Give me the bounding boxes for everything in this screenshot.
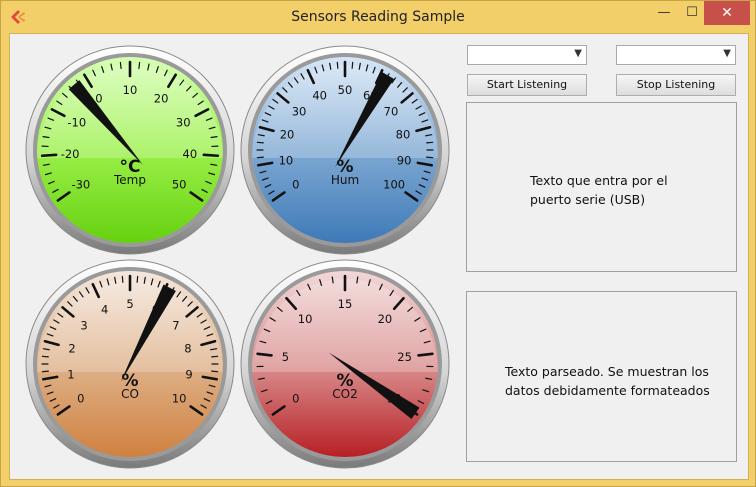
minor-tick [211, 370, 219, 373]
tick-label: 40 [183, 147, 198, 161]
raw-text-line-1: Texto que entra por el [530, 173, 668, 188]
minor-tick [138, 61, 141, 70]
tick-label: 5 [126, 297, 133, 311]
minor-tick [41, 355, 49, 358]
window-title: Sensors Reading Sample [291, 9, 465, 25]
tick-label: 100 [383, 177, 405, 191]
tick-label: 10 [123, 83, 138, 97]
minimize-button[interactable]: — [649, 1, 679, 25]
minor-tick [41, 370, 49, 373]
stop-listening-button[interactable]: Stop Listening [616, 74, 736, 96]
raw-text-panel[interactable]: Texto que entra por el puerto serie (USB… [466, 102, 737, 272]
minor-tick [351, 61, 354, 69]
tick-label: 2 [68, 341, 75, 355]
parsed-text-line-2: datos debidamente formateados [505, 383, 710, 398]
tick-label: 70 [384, 104, 399, 118]
tick-label: -10 [67, 115, 86, 129]
start-listening-button[interactable]: Start Listening [467, 74, 587, 96]
tick-label: 50 [338, 83, 353, 97]
minor-tick [426, 156, 434, 159]
tick-label: 7 [172, 318, 179, 332]
major-tick [40, 153, 58, 158]
tick-label: 80 [396, 127, 411, 141]
humidity-gauge: 0102030405060708090100%Hum [239, 44, 451, 256]
co-gauge: 012345678910%CO [24, 258, 236, 470]
tick-label: -30 [71, 177, 90, 191]
title-bar[interactable]: Sensors Reading Sample — ☐ ✕ [1, 1, 755, 33]
close-button[interactable]: ✕ [704, 1, 750, 25]
tick-label: 25 [397, 350, 412, 364]
tick-label: 5 [282, 350, 289, 364]
tick-label: 8 [184, 341, 191, 355]
raw-text-line-2: puerto serie (USB) [530, 192, 646, 207]
minor-tick [256, 141, 264, 144]
major-tick [202, 153, 220, 158]
tick-label: 20 [154, 92, 169, 106]
minor-tick [426, 141, 434, 144]
tick-label: 10 [172, 391, 187, 405]
tick-label: 9 [185, 367, 192, 381]
minor-tick [121, 275, 124, 283]
client-area: -30-20-1001020304050°CTemp 0102030405060… [9, 33, 749, 480]
gauge-label: Hum [331, 173, 359, 187]
minor-tick [211, 355, 219, 358]
gauge-label: Temp [113, 173, 146, 187]
tick-label: 3 [80, 318, 87, 332]
tick-label: 1 [67, 367, 74, 381]
tick-label: 40 [312, 89, 327, 103]
major-tick [256, 352, 273, 357]
minor-tick [119, 61, 122, 70]
minor-tick [136, 275, 139, 283]
chevron-down-icon: ▼ [723, 48, 731, 59]
tick-label: 20 [378, 312, 393, 326]
major-tick [417, 352, 434, 357]
gauge-label: CO [121, 387, 139, 401]
parsed-text-panel[interactable]: Texto parseado. Se muestran los datos de… [466, 291, 737, 462]
tick-label: 0 [292, 391, 299, 405]
chevron-down-icon: ▼ [574, 48, 582, 59]
tick-label: 30 [176, 115, 191, 129]
co2-gauge: 051015202530%CO2 [239, 258, 451, 470]
tick-label: 4 [101, 303, 108, 317]
app-window: Sensors Reading Sample — ☐ ✕ -30 -20 -10 0 1… [0, 0, 756, 487]
port-combobox[interactable]: ▼ [467, 45, 587, 65]
tick-label: 0 [292, 177, 299, 191]
tick-label: 30 [292, 104, 307, 118]
temp-gauge: -30 -20 -10 0 10 20 30 40 50 °C Temp [24, 44, 236, 256]
parsed-text-line-1: Texto parseado. Se muestran los [505, 364, 709, 379]
tick-label: 15 [338, 297, 353, 311]
baud-combobox[interactable]: ▼ [616, 45, 736, 65]
minor-tick [336, 61, 339, 69]
minor-tick [256, 156, 264, 159]
tick-label: 90 [397, 153, 412, 167]
tick-label: -20 [61, 147, 80, 161]
tick-label: 20 [280, 127, 295, 141]
tick-label: 0 [77, 391, 84, 405]
maximize-button[interactable]: ☐ [677, 1, 707, 25]
tick-label: 50 [172, 177, 187, 191]
gauge-label: CO2 [332, 387, 357, 401]
tick-label: 10 [298, 312, 313, 326]
tick-label: 10 [279, 153, 294, 167]
